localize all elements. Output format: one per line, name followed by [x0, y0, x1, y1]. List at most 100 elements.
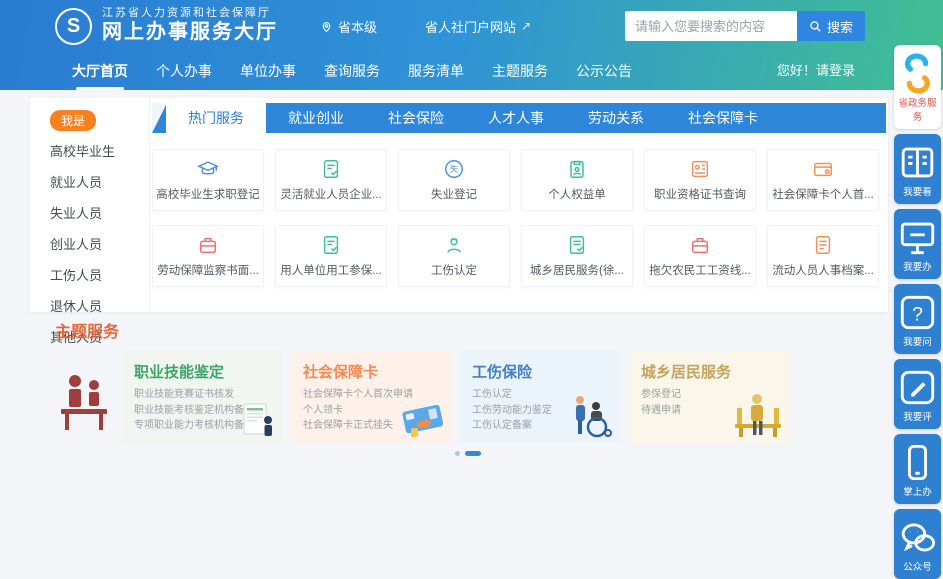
unemployment-badge-icon: 失: [443, 158, 465, 180]
quick-action-ask[interactable]: ? 我要问: [894, 284, 941, 354]
search-input[interactable]: [625, 11, 797, 41]
quick-action-mobile[interactable]: 掌上办: [894, 434, 941, 504]
nav-item-announcements[interactable]: 公示公告: [576, 52, 632, 90]
social-card-icon: [812, 158, 834, 180]
quick-action-handle[interactable]: 我要办: [894, 209, 941, 279]
theme-card-work-injury-insurance[interactable]: 工伤保险 工伤认定 工伤劳动能力鉴定 工伤认定备案: [460, 351, 620, 443]
nav-item-theme-services[interactable]: 主题服务: [492, 52, 548, 90]
search-button-label: 搜索: [827, 17, 853, 36]
service-card[interactable]: 拖欠农民工工资线...: [644, 225, 756, 287]
quick-action-wechat[interactable]: 公众号: [894, 509, 941, 579]
service-label: 个人权益单: [548, 186, 606, 202]
briefcase-icon: [689, 234, 711, 256]
theme-card-skill-appraisal[interactable]: 职业技能鉴定 职业技能竞赛证书核发 职业技能考核鉴定机构备案 专项职业能力考核机…: [122, 351, 282, 443]
wechat-icon: [896, 516, 939, 559]
theme-section-title: 主题服务: [55, 318, 885, 342]
site-titles: 江苏省人力资源和社会保障厅 网上办事服务大厅: [102, 7, 278, 46]
pencil-icon: [896, 366, 939, 409]
sidebar-item-entrepreneur[interactable]: 创业人员: [50, 228, 149, 259]
page-body: 我是 高校毕业生 就业人员 失业人员 创业人员 工伤人员 退休人员 其他人员 热…: [0, 90, 943, 452]
org-name: 江苏省人力资源和社会保障厅: [102, 7, 278, 21]
top-banner: S 江苏省人力资源和社会保障厅 网上办事服务大厅 省本级 省人社门户网站 ↗: [0, 0, 943, 90]
svg-text:失: 失: [450, 164, 458, 174]
search-icon: [809, 20, 822, 33]
nav-item-organization[interactable]: 单位办事: [240, 52, 296, 90]
service-card[interactable]: 城乡居民服务(徐...: [521, 225, 633, 287]
quick-action-label: 我要办: [903, 262, 932, 273]
service-card[interactable]: 高校毕业生求职登记: [152, 149, 264, 211]
theme-cards-row: 职业技能鉴定 职业技能竞赛证书核发 职业技能考核鉴定机构备案 专项职业能力考核机…: [55, 351, 885, 443]
sidebar-item-work-injury[interactable]: 工伤人员: [50, 259, 149, 290]
clipboard-person-icon: [566, 158, 588, 180]
service-card[interactable]: 工伤认定: [398, 225, 510, 287]
login-link[interactable]: 您好！请登录: [777, 52, 855, 90]
question-icon: ?: [896, 291, 939, 334]
elderly-bench-illustration: [733, 390, 783, 438]
tab-hot-services[interactable]: 热门服务: [166, 103, 266, 133]
quick-action-gov-service[interactable]: 省政务服务: [894, 45, 941, 129]
theme-card-social-security-card[interactable]: 社会保障卡 社会保障卡个人首次申请 个人领卡 社会保障卡正式挂失: [291, 351, 451, 443]
service-label: 流动人员人事档案...: [772, 262, 874, 278]
theme-card-title: 职业技能鉴定: [134, 361, 270, 382]
certificate-icon: [689, 158, 711, 180]
main-nav: 大厅首页 个人办事 单位办事 查询服务 服务清单 主题服务 公示公告 您好！请登…: [0, 52, 943, 90]
sidebar-item-employed[interactable]: 就业人员: [50, 166, 149, 197]
monitor-icon: [896, 216, 939, 259]
nav-item-query[interactable]: 查询服务: [324, 52, 380, 90]
document-list-icon: [812, 234, 834, 256]
service-card[interactable]: 职业资格证书查询: [644, 149, 756, 211]
site-logo-icon: S: [55, 8, 92, 45]
quick-action-label: 省政务服务: [898, 98, 936, 123]
service-card[interactable]: 灵活就业人员企业...: [275, 149, 387, 211]
search-bar: 搜索: [625, 11, 865, 41]
service-card[interactable]: 社会保障卡个人首...: [767, 149, 879, 211]
location-pin-icon: [320, 20, 333, 33]
quick-action-label: 我要看: [903, 187, 932, 198]
theme-card-title: 工伤保险: [472, 361, 608, 382]
quick-action-review[interactable]: 我要评: [894, 359, 941, 429]
worker-icon: [443, 234, 465, 256]
external-link-icon: ↗: [521, 19, 531, 33]
quick-action-label: 掌上办: [903, 487, 932, 498]
tab-social-insurance[interactable]: 社会保险: [366, 103, 466, 133]
service-label: 工伤认定: [431, 262, 477, 278]
svg-text:?: ?: [912, 304, 923, 326]
service-card[interactable]: 劳动保障监察书面...: [152, 225, 264, 287]
tab-talent[interactable]: 人才人事: [466, 103, 566, 133]
theme-card-rural-resident-services[interactable]: 城乡居民服务 参保登记 待遇申请: [629, 351, 789, 443]
service-label: 灵活就业人员企业...: [280, 186, 382, 202]
journal-icon: [896, 141, 939, 184]
service-card[interactable]: 用人单位用工参保...: [275, 225, 387, 287]
nav-item-home[interactable]: 大厅首页: [72, 52, 128, 90]
quick-action-stack: 省政务服务 我要看 我要办 ? 我要问 我要评 掌上办 公众号: [894, 45, 941, 579]
tabbar-notch: [152, 103, 167, 133]
tab-employment[interactable]: 就业创业: [266, 103, 366, 133]
portal-link[interactable]: 省人社门户网站 ↗: [425, 17, 531, 36]
site-header: S 江苏省人力资源和社会保障厅 网上办事服务大厅 省本级 省人社门户网站 ↗: [0, 0, 943, 52]
service-tabbar: 热门服务 就业创业 社会保险 人才人事 劳动关系 社会保障卡: [152, 103, 886, 133]
service-label: 拖欠农民工工资线...: [649, 262, 751, 278]
quick-action-label: 我要评: [903, 412, 932, 423]
certificate-illustration: [242, 400, 276, 438]
sidebar-item-unemployed[interactable]: 失业人员: [50, 197, 149, 228]
nav-item-service-list[interactable]: 服务清单: [408, 52, 464, 90]
quick-action-read[interactable]: 我要看: [894, 134, 941, 204]
site-title: 网上办事服务大厅: [102, 20, 278, 45]
nav-item-personal[interactable]: 个人办事: [156, 52, 212, 90]
service-card[interactable]: 流动人员人事档案...: [767, 225, 879, 287]
region-selector[interactable]: 省本级: [320, 17, 377, 36]
service-label: 高校毕业生求职登记: [156, 186, 260, 202]
theme-card-title: 城乡居民服务: [641, 361, 777, 382]
tab-social-security-card[interactable]: 社会保障卡: [666, 103, 780, 133]
service-card[interactable]: 个人权益单: [521, 149, 633, 211]
theme-card-link[interactable]: 社会保障卡个人首次申请: [303, 387, 439, 403]
sidebar-item-retired[interactable]: 退休人员: [50, 290, 149, 321]
briefcase-icon: [197, 234, 219, 256]
service-card[interactable]: 失 失业登记: [398, 149, 510, 211]
search-button[interactable]: 搜索: [797, 11, 865, 41]
tab-labor-relations[interactable]: 劳动关系: [566, 103, 666, 133]
document-check-icon: [566, 234, 588, 256]
service-label: 社会保障卡个人首...: [772, 186, 874, 202]
sidebar-item-graduate[interactable]: 高校毕业生: [50, 135, 149, 166]
service-grid: 高校毕业生求职登记 灵活就业人员企业... 失 失业登记 个人权益单: [152, 149, 886, 287]
